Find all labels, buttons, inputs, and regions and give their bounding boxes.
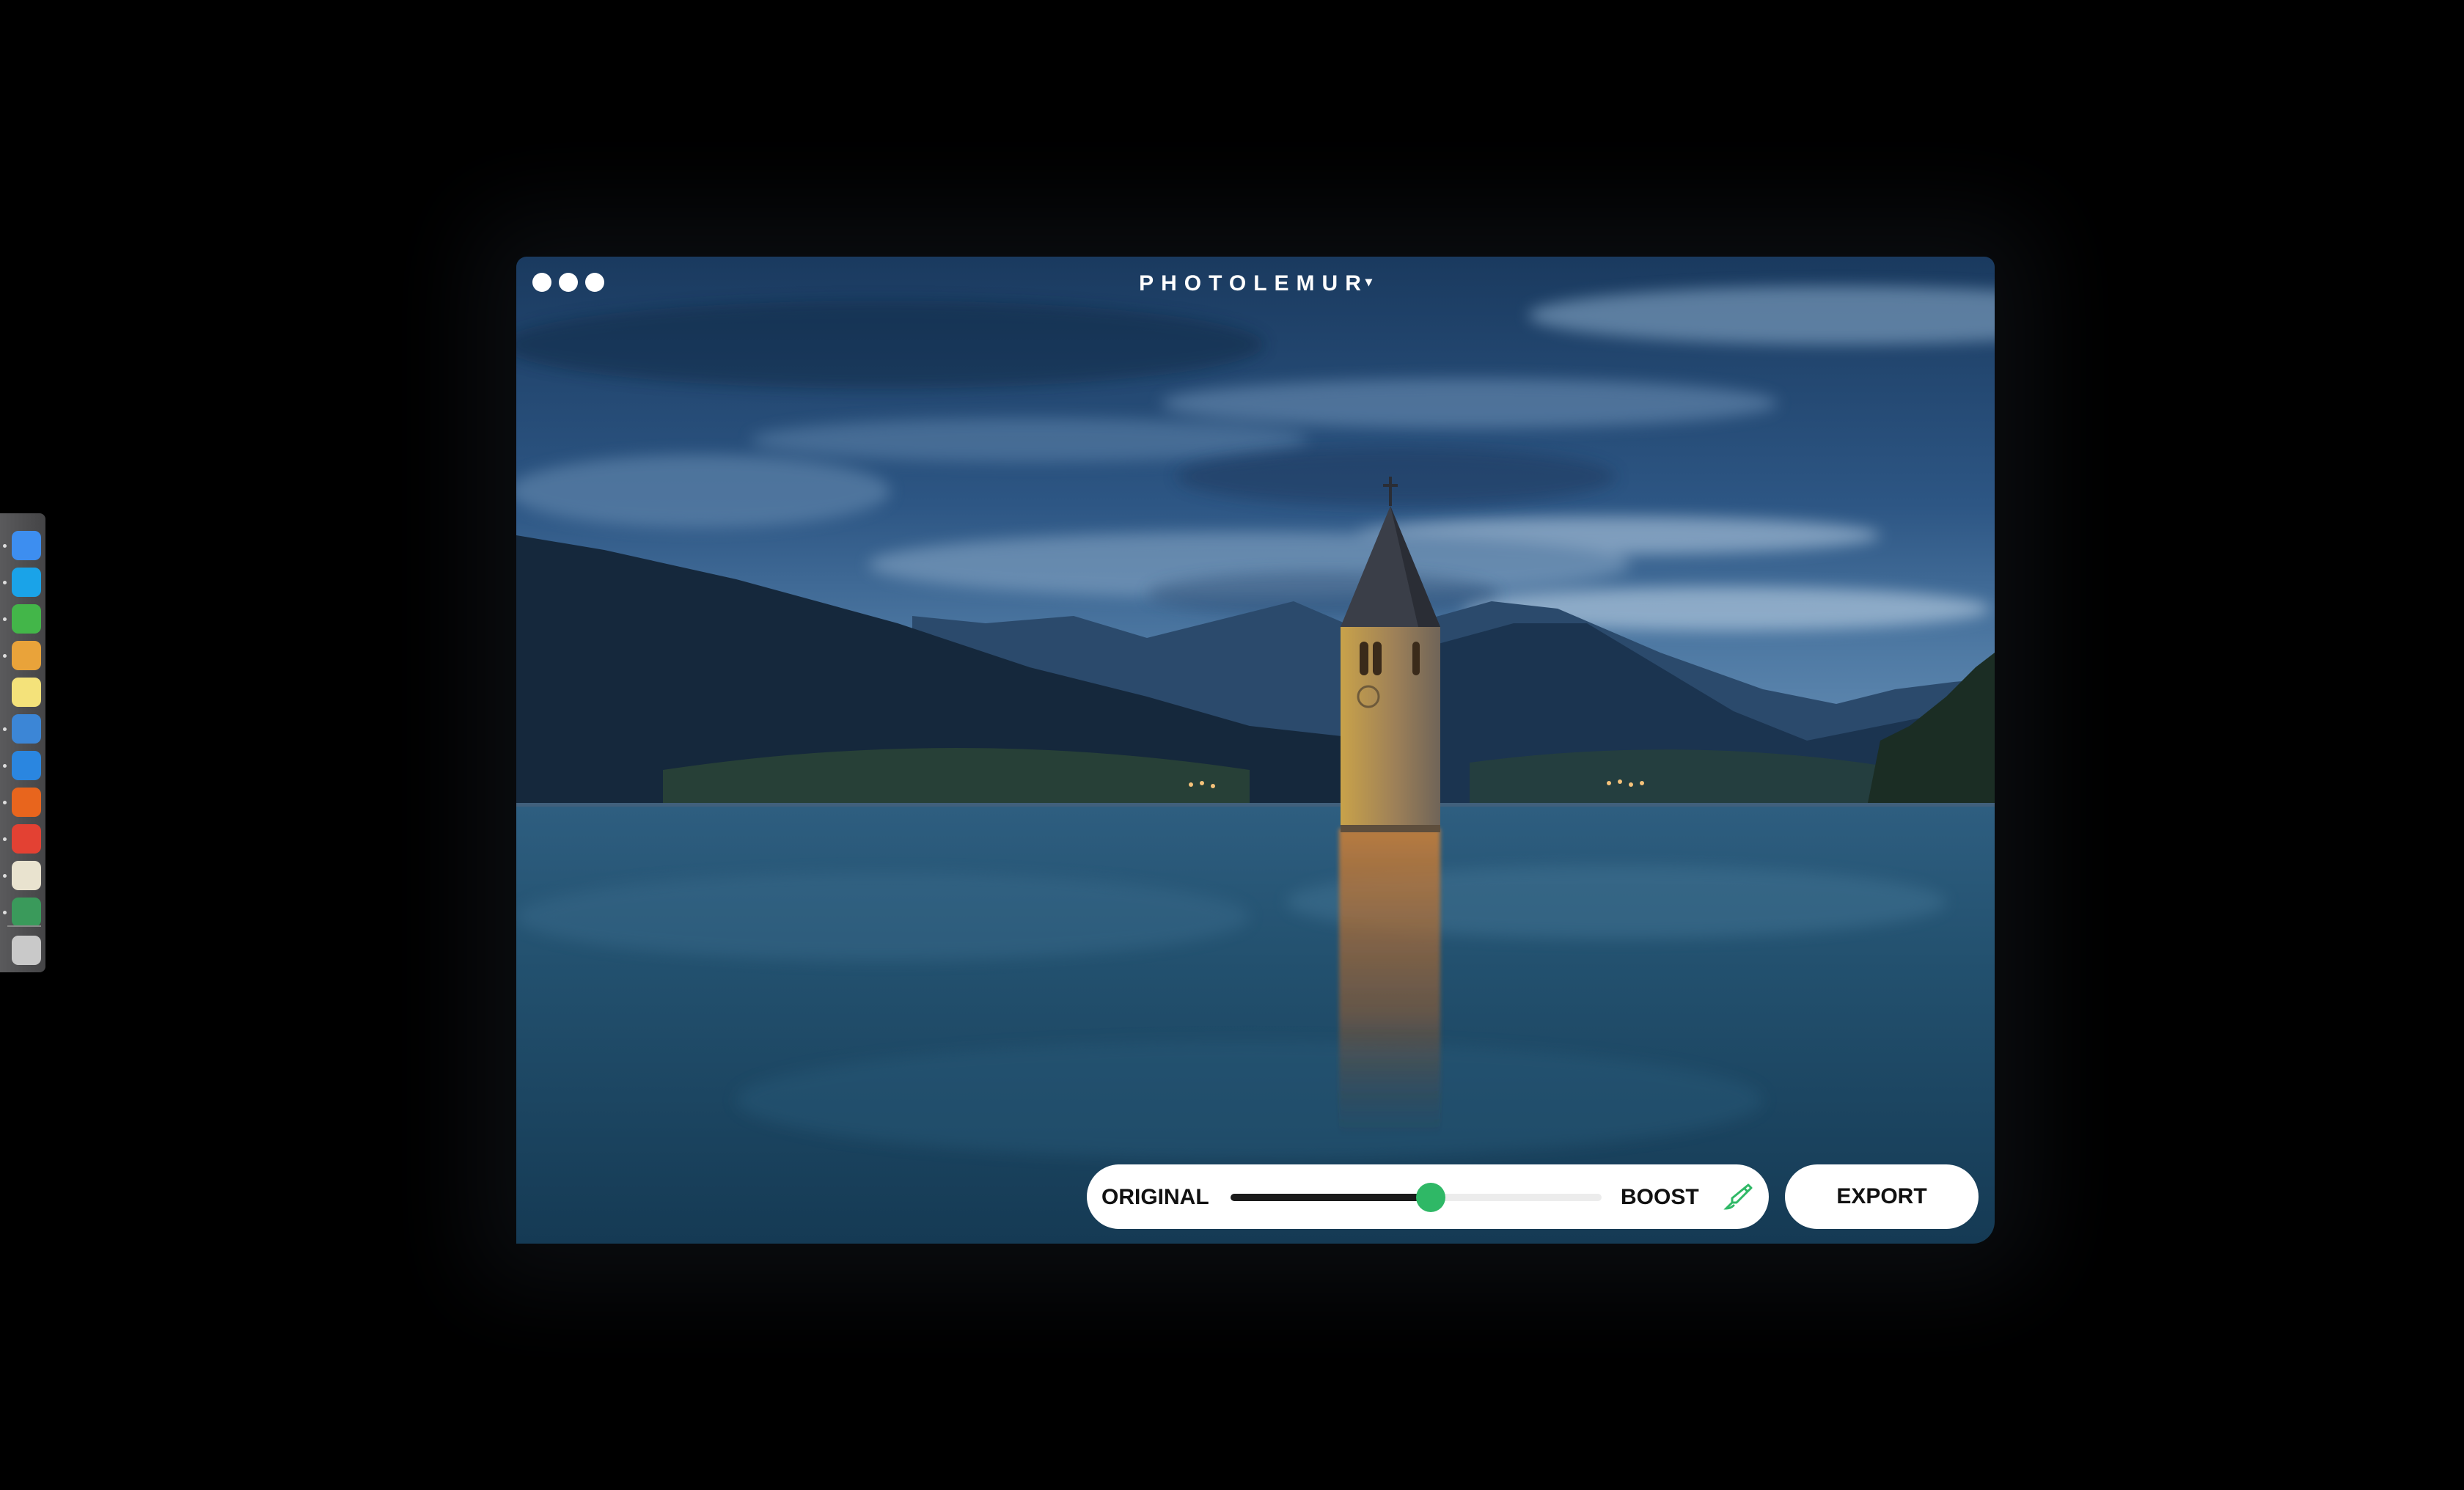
running-indicator <box>3 764 7 768</box>
export-button[interactable]: EXPORT <box>1785 1164 1979 1229</box>
enhance-slider-handle[interactable] <box>1416 1183 1446 1212</box>
photolemur-window: PHOTOLEMUR▾ ORIGINAL BOOST EXPORT <box>516 257 1995 1244</box>
running-indicator <box>3 544 7 548</box>
running-indicator <box>3 581 7 584</box>
running-indicator <box>3 837 7 841</box>
dock-separator <box>7 925 41 927</box>
brush-icon[interactable] <box>1722 1181 1754 1213</box>
textedit-icon[interactable] <box>12 861 41 890</box>
running-indicator <box>3 654 7 658</box>
boost-label[interactable]: BOOST <box>1621 1185 1699 1210</box>
enhance-slider-track[interactable] <box>1231 1183 1602 1212</box>
network-icon[interactable] <box>12 898 41 927</box>
chevron-down-icon: ▾ <box>1365 274 1372 289</box>
app-title: PHOTOLEMUR <box>1139 271 1368 296</box>
skype-icon[interactable] <box>12 568 41 597</box>
photo-preview <box>516 257 1995 1244</box>
safari-icon[interactable] <box>12 751 41 780</box>
running-indicator <box>3 801 7 804</box>
running-indicator <box>3 617 7 621</box>
trash-icon[interactable] <box>12 936 41 965</box>
original-label[interactable]: ORIGINAL <box>1101 1185 1209 1210</box>
chrome-icon[interactable] <box>12 824 41 854</box>
running-indicator <box>3 911 7 914</box>
finder-icon[interactable] <box>12 531 41 560</box>
layers-icon[interactable] <box>12 714 41 744</box>
firefox-icon[interactable] <box>12 788 41 817</box>
dock <box>0 513 45 972</box>
enhance-slider-fill <box>1231 1194 1431 1201</box>
app-title-menu[interactable]: PHOTOLEMUR▾ <box>516 271 1995 296</box>
evernote-icon[interactable] <box>12 604 41 634</box>
enhance-control: ORIGINAL BOOST <box>1087 1164 1769 1229</box>
sublime-icon[interactable] <box>12 641 41 670</box>
running-indicator <box>3 727 7 731</box>
notes-icon[interactable] <box>12 678 41 707</box>
running-indicator <box>3 874 7 878</box>
